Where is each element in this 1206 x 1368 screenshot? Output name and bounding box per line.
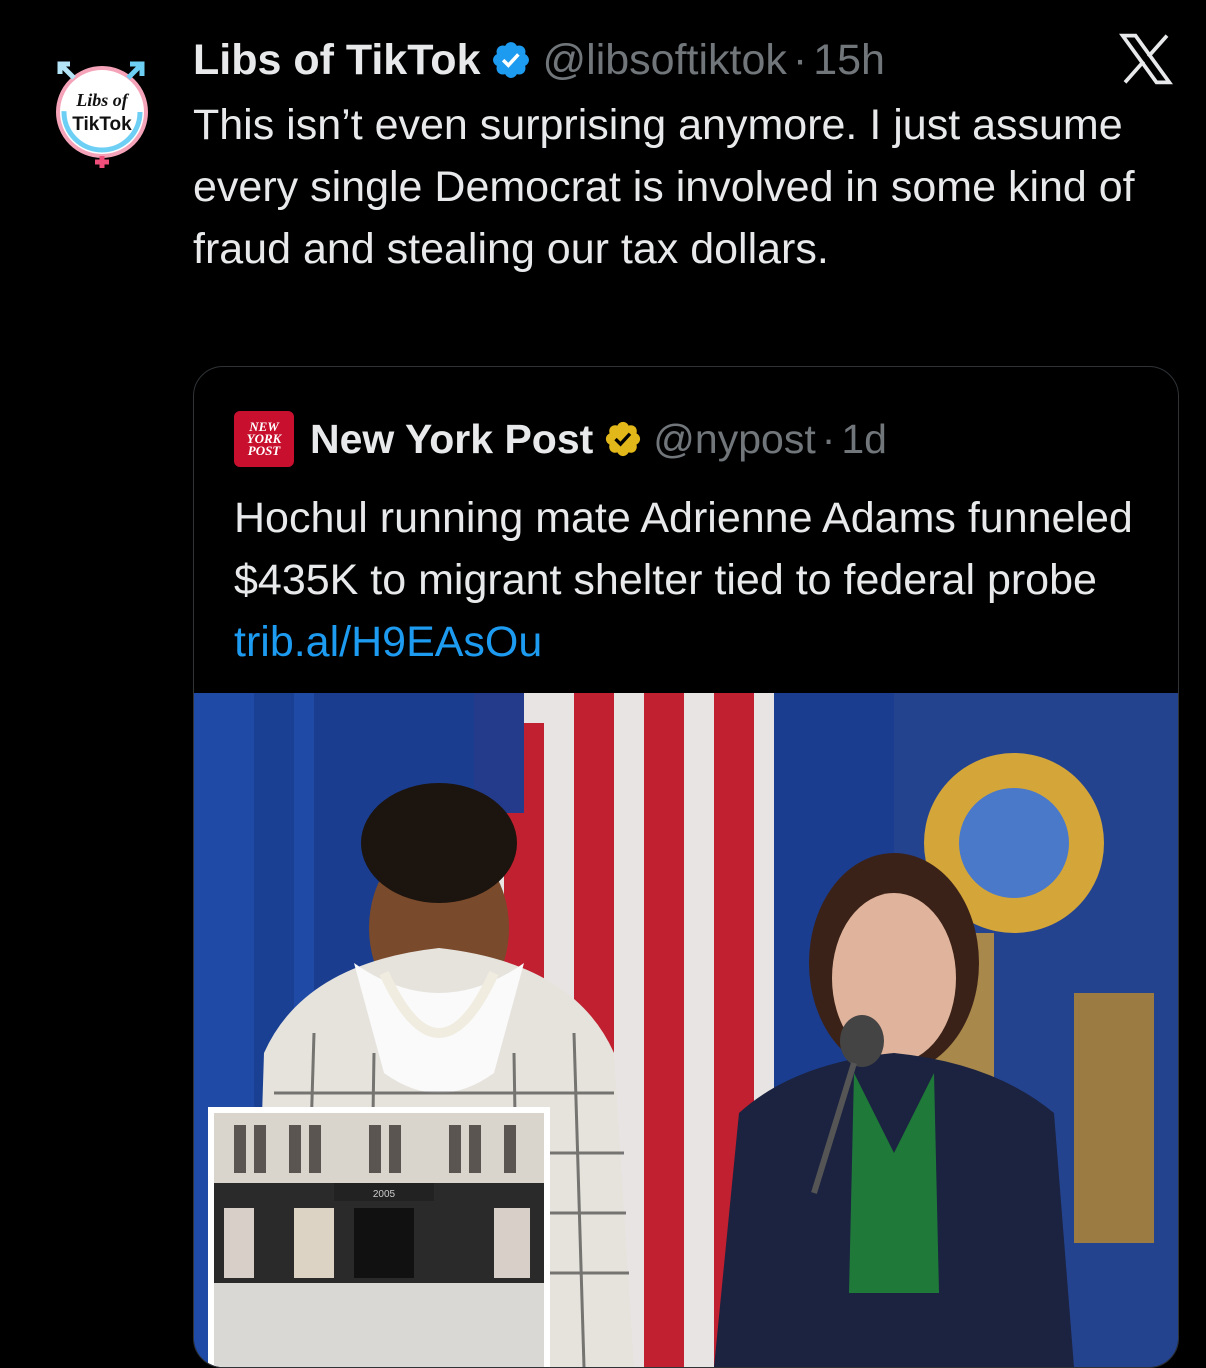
separator: ·	[792, 36, 808, 84]
quoted-separator: ·	[821, 416, 836, 462]
x-logo-icon[interactable]	[1118, 33, 1174, 85]
quoted-text: Hochul running mate Adrienne Adams funne…	[234, 487, 1154, 673]
verified-badge-icon	[493, 42, 530, 78]
quoted-image[interactable]: 2005	[194, 693, 1178, 1367]
photo-illustration: 2005	[194, 693, 1178, 1367]
author-handle[interactable]: @libsoftiktok	[542, 34, 786, 86]
nypost-logo-line3: POST	[247, 443, 281, 458]
avatar-text-1: Libs of	[75, 90, 130, 110]
quoted-timestamp[interactable]: 1d	[841, 414, 887, 464]
nypost-logo[interactable]: NEW YORK POST	[234, 411, 294, 467]
author-name[interactable]: Libs of TikTok	[193, 34, 480, 86]
quoted-author-name[interactable]: New York Post	[310, 414, 593, 464]
tweet-header: Libs of TikTok @libsoftiktok · 15h	[193, 34, 1136, 86]
inset-number: 2005	[373, 1189, 396, 1200]
timestamp[interactable]: 15h	[813, 34, 885, 86]
gold-verified-badge-icon	[606, 421, 641, 457]
quoted-link[interactable]: trib.al/H9EAsOu	[234, 618, 542, 666]
avatar[interactable]: Libs of TikTok	[46, 56, 158, 168]
avatar-text-2: TikTok	[72, 114, 132, 135]
tweet-text: This isn’t even surprising anymore. I ju…	[193, 101, 1135, 273]
gender-symbol-icon: Libs of TikTok	[56, 61, 148, 168]
quoted-header: NEW YORK POST New York Post @nypost · 1d	[234, 411, 887, 467]
quoted-tweet[interactable]: NEW YORK POST New York Post @nypost · 1d…	[193, 366, 1179, 1368]
quoted-author-handle[interactable]: @nypost	[653, 414, 815, 464]
quoted-body: Hochul running mate Adrienne Adams funne…	[234, 494, 1133, 604]
inset-photo: 2005	[208, 1107, 550, 1367]
